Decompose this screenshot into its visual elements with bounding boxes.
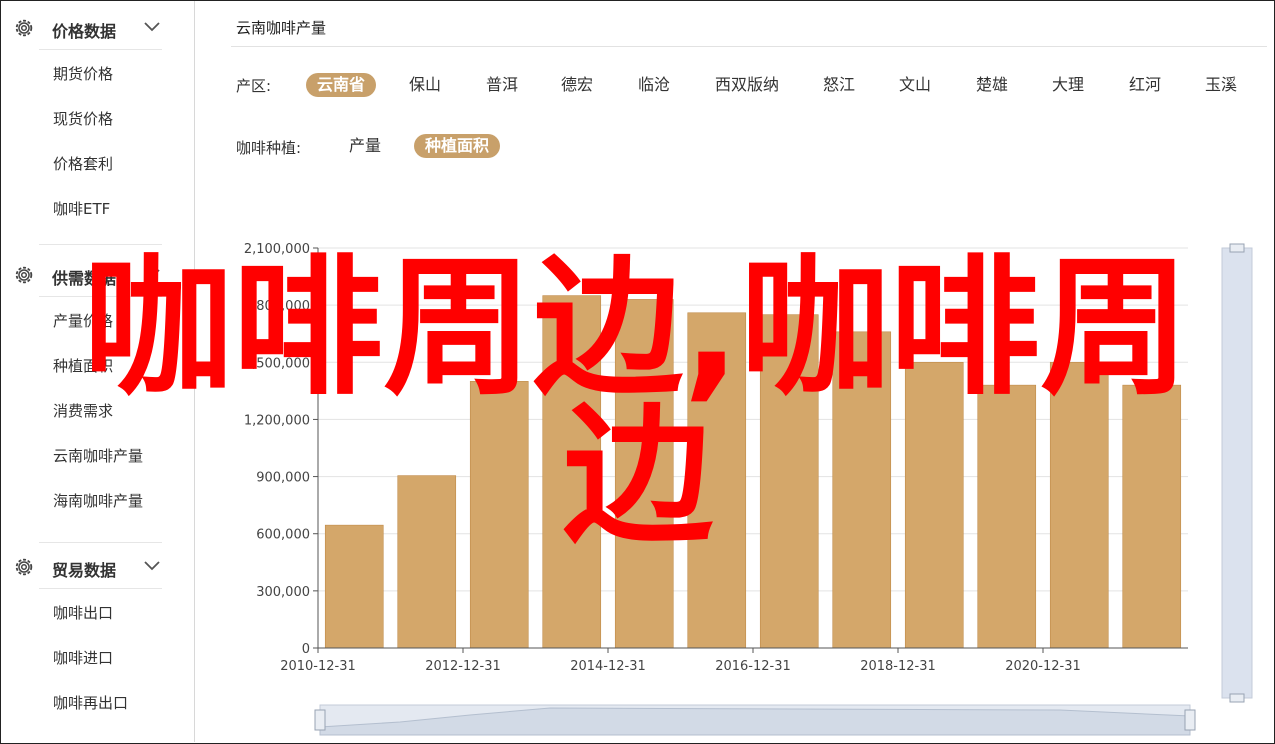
slider-handle-top[interactable]	[1229, 243, 1245, 253]
bar[interactable]	[904, 361, 964, 649]
bar[interactable]	[614, 299, 674, 649]
bar[interactable]	[469, 381, 529, 649]
bars	[324, 295, 1182, 649]
y-tick-label: 600,000	[256, 528, 310, 543]
vertical-zoom-slider[interactable]	[1221, 243, 1253, 703]
y-tick-label: 300,000	[256, 585, 310, 600]
zoom-handle-right[interactable]	[1184, 709, 1196, 731]
bar[interactable]	[1122, 384, 1182, 649]
x-tick-label: 2010-12-31	[280, 659, 356, 674]
bar[interactable]	[687, 312, 747, 649]
bar[interactable]	[324, 524, 384, 649]
bar[interactable]	[977, 384, 1037, 649]
y-tick-label: 2,100,000	[244, 242, 310, 257]
y-tick-label: 1,800,000	[244, 299, 310, 314]
x-tick-label: 2014-12-31	[570, 659, 646, 674]
bar[interactable]	[397, 475, 457, 649]
x-tick-label: 2018-12-31	[860, 659, 936, 674]
bar[interactable]	[1049, 361, 1109, 649]
x-tick-label: 2016-12-31	[715, 659, 791, 674]
bar[interactable]	[832, 331, 892, 649]
y-tick-label: 0	[302, 642, 310, 657]
zoom-handle-left[interactable]	[314, 709, 326, 731]
slider-handle-bottom[interactable]	[1229, 693, 1245, 703]
horizontal-zoom-slider[interactable]	[314, 704, 1196, 736]
bar[interactable]	[542, 295, 602, 649]
bar-chart: 0 300,000 600,000 900,000 1,200,000 1,500,000…	[244, 242, 1253, 736]
y-tick-label: 1,200,000	[244, 413, 310, 428]
x-tick-label: 2020-12-31	[1005, 659, 1081, 674]
bar[interactable]	[759, 314, 819, 649]
y-tick-label: 900,000	[256, 471, 310, 486]
y-tick-label: 1,500,000	[244, 356, 310, 371]
x-tick-label: 2012-12-31	[425, 659, 501, 674]
